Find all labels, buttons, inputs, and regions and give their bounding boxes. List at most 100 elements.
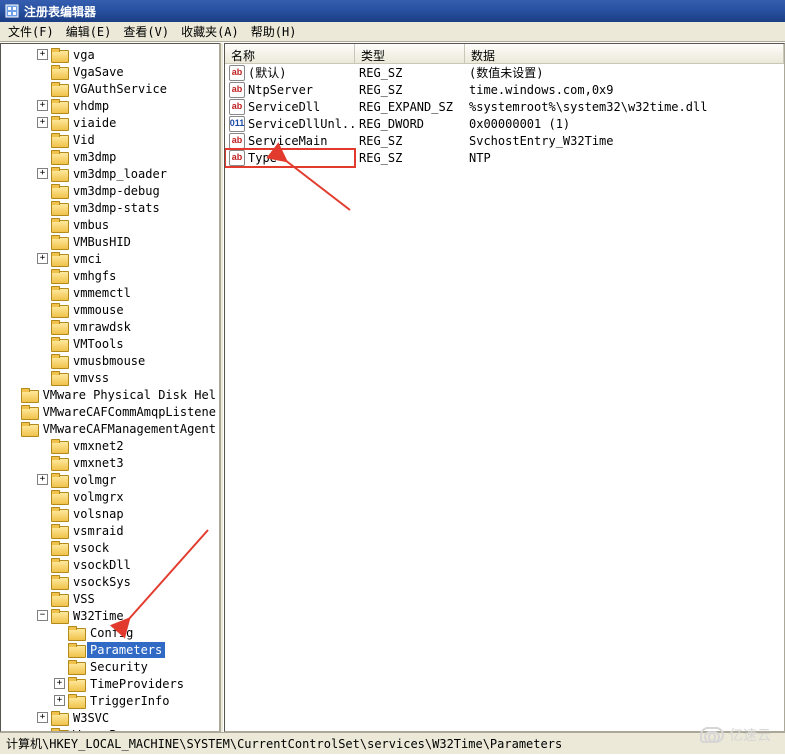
tree-node[interactable]: vsmraid [3,522,219,539]
tree-node[interactable]: VMTools [3,335,219,352]
tree-node-label[interactable]: vmbus [70,217,112,233]
tree-node[interactable]: + vga [3,46,219,63]
tree-node-label[interactable]: VSS [70,591,98,607]
menu-file[interactable]: 文件(F) [2,21,60,42]
expander-icon[interactable]: + [37,253,48,264]
tree-node-label[interactable]: Config [87,625,136,641]
tree-node[interactable]: + viaide [3,114,219,131]
tree-node-label[interactable]: vmci [70,251,105,267]
tree-node-label[interactable]: vmxnet3 [70,455,127,471]
tree-node-label[interactable]: VgaSave [70,64,127,80]
tree-node[interactable]: vsockDll [3,556,219,573]
tree-node[interactable]: VGAuthService [3,80,219,97]
list-pane[interactable]: 名称 类型 数据 ab(默认)REG_SZ(数值未设置)abNtpServerR… [224,43,785,732]
tree-node[interactable]: vmrawdsk [3,318,219,335]
tree-node[interactable]: + TimeProviders [3,675,219,692]
expander-icon[interactable]: + [54,678,65,689]
col-type[interactable]: 类型 [355,44,465,63]
tree-node[interactable]: Config [3,624,219,641]
tree-node[interactable]: VMBusHID [3,233,219,250]
value-row[interactable]: abNtpServerREG_SZtime.windows.com,0x9 [225,81,784,98]
col-data[interactable]: 数据 [465,44,784,63]
tree-node[interactable]: + W3SVC [3,709,219,726]
tree-node-label[interactable]: vga [70,47,98,63]
tree-node-label[interactable]: vmhgfs [70,268,119,284]
tree-node[interactable]: +TriggerInfo [3,692,219,709]
tree-node[interactable]: vmxnet2 [3,437,219,454]
tree-node[interactable]: WacomPen [3,726,219,732]
tree-node-label[interactable]: VMwareCAFManagementAgent [40,421,219,437]
tree-node[interactable]: vm3dmp-debug [3,182,219,199]
tree-node-label[interactable]: vm3dmp-stats [70,200,163,216]
tree-node-label[interactable]: vsmraid [70,523,127,539]
tree-node[interactable]: VSS [3,590,219,607]
tree-node[interactable]: volmgrx [3,488,219,505]
tree-node[interactable]: vmvss [3,369,219,386]
menu-help[interactable]: 帮助(H) [245,21,303,42]
tree-node-label[interactable]: volsnap [70,506,127,522]
tree-node[interactable]: Vid [3,131,219,148]
menu-favorites[interactable]: 收藏夹(A) [175,21,245,42]
tree-node-label[interactable]: vmmemctl [70,285,134,301]
tree-node-label[interactable]: VMBusHID [70,234,134,250]
tree-node[interactable]: + vmci [3,250,219,267]
tree-node-label[interactable]: Parameters [87,642,165,658]
tree-node-label[interactable]: vmrawdsk [70,319,134,335]
tree-node[interactable]: vmbus [3,216,219,233]
tree-node[interactable]: Security [3,658,219,675]
tree-node-label[interactable]: vhdmp [70,98,112,114]
tree-node-label[interactable]: vsockDll [70,557,134,573]
tree-node-label[interactable]: vm3dmp [70,149,119,165]
value-row[interactable]: abTypeREG_SZNTP [225,149,784,166]
tree-node-label[interactable]: vm3dmp-debug [70,183,163,199]
tree-node-label[interactable]: VMTools [70,336,127,352]
value-row[interactable]: abServiceMainREG_SZSvchostEntry_W32Time [225,132,784,149]
tree-node-label[interactable]: Vid [70,132,98,148]
tree-node[interactable]: +volmgr [3,471,219,488]
expander-icon[interactable]: + [37,712,48,723]
value-row[interactable]: 011ServiceDllUnl...REG_DWORD0x00000001 (… [225,115,784,132]
tree-node[interactable]: vsockSys [3,573,219,590]
tree-node[interactable]: vsock [3,539,219,556]
tree-node[interactable]: −W32Time [3,607,219,624]
expander-icon[interactable]: + [37,168,48,179]
tree-node[interactable]: vmhgfs [3,267,219,284]
value-row[interactable]: ab(默认)REG_SZ(数值未设置) [225,64,784,81]
tree-node-label[interactable]: WacomPen [70,727,134,733]
menu-view[interactable]: 查看(V) [117,21,175,42]
tree-node[interactable]: vmxnet3 [3,454,219,471]
col-name[interactable]: 名称 [225,44,355,63]
expander-icon[interactable]: + [37,117,48,128]
tree-node[interactable]: vmmemctl [3,284,219,301]
tree-node[interactable]: VMwareCAFManagementAgent [3,420,219,437]
expander-icon[interactable]: + [37,49,48,60]
tree-node-label[interactable]: volmgrx [70,489,127,505]
tree-node-label[interactable]: Security [87,659,151,675]
tree-node-label[interactable]: vmmouse [70,302,127,318]
tree-node[interactable]: vm3dmp [3,148,219,165]
tree-node-label[interactable]: VMwareCAFCommAmqpListene [40,404,219,420]
tree-node-label[interactable]: VMware Physical Disk Hel [40,387,219,403]
tree-node-label[interactable]: viaide [70,115,119,131]
tree-pane[interactable]: +vgaVgaSaveVGAuthService+vhdmp+viaideVid… [0,43,220,732]
tree-node-label[interactable]: vmvss [70,370,112,386]
tree-node[interactable]: VMware Physical Disk Hel [3,386,219,403]
tree-node[interactable]: vmmouse [3,301,219,318]
tree-node[interactable]: VMwareCAFCommAmqpListene [3,403,219,420]
tree-node-label[interactable]: vsock [70,540,112,556]
tree-node-label[interactable]: TimeProviders [87,676,187,692]
tree-node-label[interactable]: VGAuthService [70,81,170,97]
tree-node-label[interactable]: vsockSys [70,574,134,590]
tree-node[interactable]: + vm3dmp_loader [3,165,219,182]
tree-node-label[interactable]: TriggerInfo [87,693,172,709]
tree-node[interactable]: Parameters [3,641,219,658]
tree-node-label[interactable]: vmxnet2 [70,438,127,454]
tree-node[interactable]: volsnap [3,505,219,522]
tree-node-label[interactable]: W3SVC [70,710,112,726]
tree-node-label[interactable]: volmgr [70,472,119,488]
tree-node-label[interactable]: vm3dmp_loader [70,166,170,182]
tree-node[interactable]: VgaSave [3,63,219,80]
tree-node-label[interactable]: vmusbmouse [70,353,148,369]
tree-node[interactable]: vmusbmouse [3,352,219,369]
tree-node[interactable]: +vhdmp [3,97,219,114]
